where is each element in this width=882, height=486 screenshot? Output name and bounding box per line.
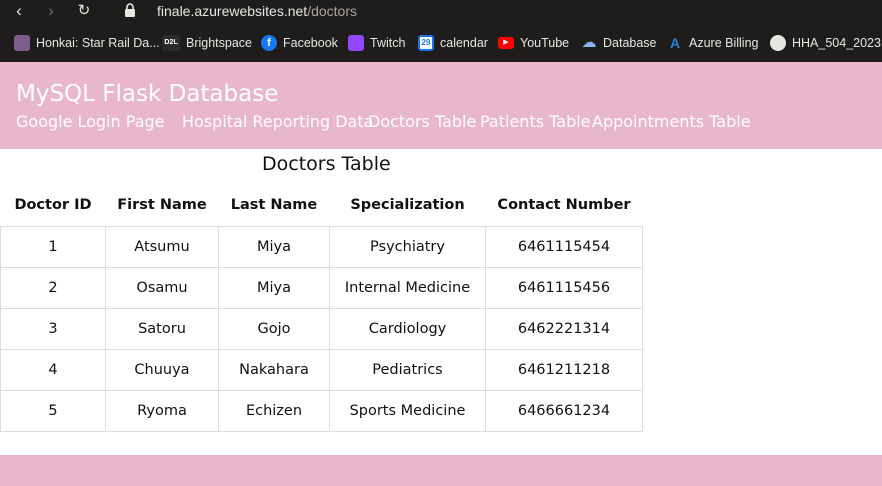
bookmark-label: Honkai: Star Rail Da... — [36, 36, 160, 50]
honkai-icon — [14, 35, 30, 51]
reload-icon[interactable]: ↻ — [73, 1, 95, 21]
table-row: 3 Satoru Gojo Cardiology 6462221314 — [0, 307, 643, 350]
cell-first-name: Satoru — [105, 307, 219, 350]
nav-link-patients-table[interactable]: Patients Table — [480, 112, 591, 131]
cell-doctor-id: 3 — [0, 307, 106, 350]
cell-specialization: Internal Medicine — [329, 266, 486, 309]
column-header-doctor-id: Doctor ID — [14, 197, 92, 214]
facebook-icon: f — [261, 35, 277, 51]
site-header: MySQL Flask Database Google Login Page H… — [0, 62, 882, 149]
nav-link-appointments-table[interactable]: Appointments Table — [592, 112, 751, 131]
cell-last-name: Nakahara — [218, 348, 330, 391]
bookmark-label: HHA_504_2023 — [792, 36, 881, 50]
url-path: /doctors — [307, 3, 358, 19]
column-header-contact-number: Contact Number — [497, 197, 631, 214]
bookmark-label: calendar — [440, 36, 488, 50]
column-header-specialization: Specialization — [350, 197, 465, 214]
cell-contact-number: 6462221314 — [485, 307, 643, 350]
cell-specialization: Psychiatry — [329, 225, 486, 268]
cell-last-name: Echizen — [218, 389, 330, 432]
cell-contact-number: 6461115454 — [485, 225, 643, 268]
cell-contact-number: 6466661234 — [485, 389, 643, 432]
twitch-icon — [348, 35, 364, 51]
bookmark-calendar[interactable]: 29 calendar — [418, 34, 488, 52]
cell-first-name: Chuuya — [105, 348, 219, 391]
site-title: MySQL Flask Database — [16, 81, 279, 107]
forward-icon[interactable]: › — [40, 1, 62, 21]
bookmark-azure-billing[interactable]: A Azure Billing — [667, 34, 759, 52]
cell-contact-number: 6461115456 — [485, 266, 643, 309]
column-header-first-name: First Name — [117, 197, 207, 214]
bookmark-facebook[interactable]: f Facebook — [261, 34, 338, 52]
url-host: finale.azurewebsites.net — [157, 3, 308, 19]
lock-icon[interactable] — [124, 3, 136, 17]
address-bar: ‹ › ↻ finale.azurewebsites.net/doctors — [0, 0, 882, 24]
cell-contact-number: 6461211218 — [485, 348, 643, 391]
youtube-icon: ▶ — [498, 37, 514, 49]
doctors-table: Doctor ID First Name Last Name Specializ… — [0, 185, 643, 432]
cell-last-name: Miya — [218, 266, 330, 309]
back-icon[interactable]: ‹ — [8, 1, 30, 21]
d2l-icon: D2L — [162, 35, 180, 51]
bookmark-label: Twitch — [370, 36, 406, 50]
bookmark-label: Database — [603, 36, 657, 50]
cell-first-name: Ryoma — [105, 389, 219, 432]
table-row: 1 Atsumu Miya Psychiatry 6461115454 — [0, 225, 643, 268]
calendar-icon: 29 — [418, 35, 434, 51]
cell-last-name: Miya — [218, 225, 330, 268]
browser-chrome: ‹ › ↻ finale.azurewebsites.net/doctors H… — [0, 0, 882, 62]
nav-link-google-login[interactable]: Google Login Page — [16, 112, 165, 131]
github-icon — [770, 35, 786, 51]
cell-specialization: Cardiology — [329, 307, 486, 350]
bookmark-label: Brightspace — [186, 36, 253, 50]
cell-specialization: Sports Medicine — [329, 389, 486, 432]
cell-specialization: Pediatrics — [329, 348, 486, 391]
azure-icon: A — [669, 35, 681, 51]
table-row: 5 Ryoma Echizen Sports Medicine 64666612… — [0, 389, 643, 432]
bookmark-database[interactable]: ☁ Database — [581, 34, 657, 52]
cell-first-name: Atsumu — [105, 225, 219, 268]
cell-doctor-id: 2 — [0, 266, 106, 309]
site-footer — [0, 455, 882, 486]
table-row: 4 Chuuya Nakahara Pediatrics 6461211218 — [0, 348, 643, 391]
column-header-last-name: Last Name — [230, 197, 318, 214]
nav-link-doctors-table[interactable]: Doctors Table — [368, 112, 476, 131]
bookmark-label: Azure Billing — [689, 36, 759, 50]
cell-doctor-id: 5 — [0, 389, 106, 432]
bookmark-youtube[interactable]: ▶ YouTube — [498, 34, 569, 52]
bookmark-honkai[interactable]: Honkai: Star Rail Da... — [14, 34, 160, 52]
url-field[interactable]: finale.azurewebsites.net/doctors — [157, 3, 357, 19]
bookmark-brightspace[interactable]: D2L Brightspace — [162, 34, 252, 52]
cell-doctor-id: 1 — [0, 225, 106, 268]
cell-last-name: Gojo — [218, 307, 330, 350]
table-header-row: Doctor ID First Name Last Name Specializ… — [1, 185, 643, 226]
bookmark-hha[interactable]: HHA_504_2023 — [770, 34, 881, 52]
table-row: 2 Osamu Miya Internal Medicine 646111545… — [0, 266, 643, 309]
cloud-icon: ☁ — [581, 34, 597, 51]
bookmark-label: YouTube — [520, 36, 570, 50]
bookmark-label: Facebook — [283, 36, 338, 50]
nav-link-hospital-reporting[interactable]: Hospital Reporting Data — [182, 112, 373, 131]
bookmark-twitch[interactable]: Twitch — [348, 34, 405, 52]
bookmarks-bar: Honkai: Star Rail Da... D2L Brightspace … — [0, 30, 882, 56]
page-title: Doctors Table — [262, 153, 391, 175]
cell-first-name: Osamu — [105, 266, 219, 309]
cell-doctor-id: 4 — [0, 348, 106, 391]
